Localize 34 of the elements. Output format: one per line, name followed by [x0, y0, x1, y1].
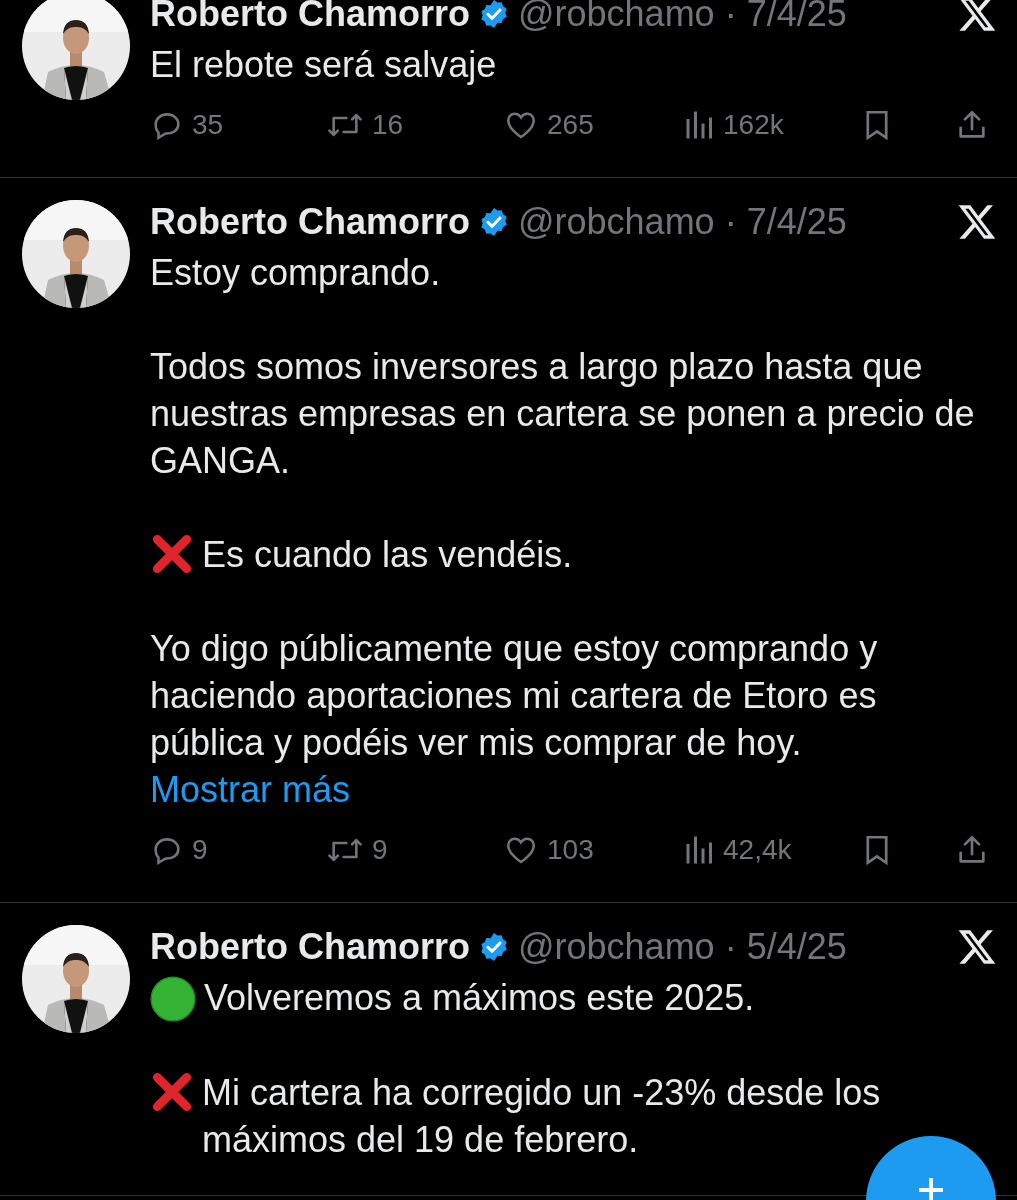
tweet-text: Volveremos a máximos este 2025.: [204, 976, 755, 1020]
handle-date: @robchamo · 5/4/25: [518, 926, 848, 968]
handle-date: @robchamo · 7/4/25: [518, 0, 848, 35]
action-count: 9: [372, 834, 388, 866]
tweet-text: El rebote será salvaje: [150, 44, 497, 85]
verified-badge-icon: [478, 931, 510, 963]
logo-icon[interactable]: [957, 0, 997, 33]
verified-badge-icon: [478, 0, 510, 30]
action-count: 9: [192, 834, 208, 866]
action-count: 265: [547, 109, 594, 141]
cross-mark-icon: [150, 1071, 194, 1113]
cross-mark-icon: [150, 533, 194, 575]
circle-icon: [150, 976, 196, 1022]
verified-badge-icon: [478, 206, 510, 238]
action-count: 35: [192, 109, 224, 141]
tweet-text: Mi cartera ha corregido un -23% desde los máximos del 19 de febrero.: [202, 1071, 882, 1162]
handle-date: @robchamo · 7/4/25: [518, 201, 848, 243]
views-icon[interactable]: [685, 835, 715, 865]
action-count: 16: [372, 109, 404, 141]
tweet-text: Estoy comprando.: [150, 252, 441, 293]
author-name[interactable]: Roberto Chamorro: [150, 201, 470, 243]
tweet-text: Yo digo públicamente que estoy comprando y haciendo aportaciones mi cartera de Etoro es pública y podéis ver mis comprar de hoy. Mostrar más: [150, 628, 878, 810]
plus-icon: [917, 1176, 945, 1200]
action-count: 162k: [723, 109, 784, 141]
action-count: 42,4k: [723, 834, 792, 866]
author-name[interactable]: Roberto Chamorro: [150, 0, 470, 35]
tweet-text: Es cuando las vendéis.: [202, 533, 573, 577]
logo-icon[interactable]: [957, 928, 997, 966]
action-count: 103: [547, 834, 594, 866]
views-icon[interactable]: [685, 110, 715, 140]
author-name[interactable]: Roberto Chamorro: [150, 926, 470, 968]
logo-icon[interactable]: [957, 203, 997, 241]
show-more-link[interactable]: Mostrar más: [150, 769, 351, 810]
tweet-text: Todos somos inversores a largo plazo hasta que nuestras empresas en cartera se ponen a precio de GANGA.: [150, 346, 975, 481]
